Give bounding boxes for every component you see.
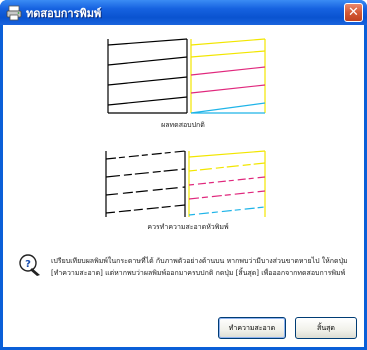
dialog-body: ผลทดสอบปกติ ควรทำความสะอาดหัวพิมพ์ ? เปร… — [3, 25, 364, 347]
printer-icon — [6, 5, 22, 21]
title-bar[interactable]: ทดสอบการพิมพ์ ✕ — [0, 0, 367, 25]
normal-pattern-image — [105, 37, 269, 115]
normal-pattern-caption: ผลทดสอบปกติ — [161, 121, 205, 129]
clean-needed-pattern-image — [103, 149, 269, 219]
instruction-text: เปรียบเทียบผลพิมพ์ในกระดาษที่ได้ กับภาพต… — [51, 257, 348, 277]
clean-needed-pattern-caption: ควรทำความสะอาดหัวพิมพ์ — [147, 223, 229, 231]
window-title: ทดสอบการพิมพ์ — [26, 7, 102, 20]
clean-button[interactable]: ทำความสะอาด — [218, 317, 286, 339]
finish-button[interactable]: สิ้นสุด — [295, 317, 357, 339]
close-icon: ✕ — [348, 5, 359, 20]
svg-text:?: ? — [25, 259, 31, 270]
close-button[interactable]: ✕ — [344, 3, 363, 22]
test-print-dialog: ทดสอบการพิมพ์ ✕ ผลทดสอบปกติ ควรทำความสะอ… — [0, 0, 367, 350]
help-info-icon: ? — [19, 254, 40, 276]
